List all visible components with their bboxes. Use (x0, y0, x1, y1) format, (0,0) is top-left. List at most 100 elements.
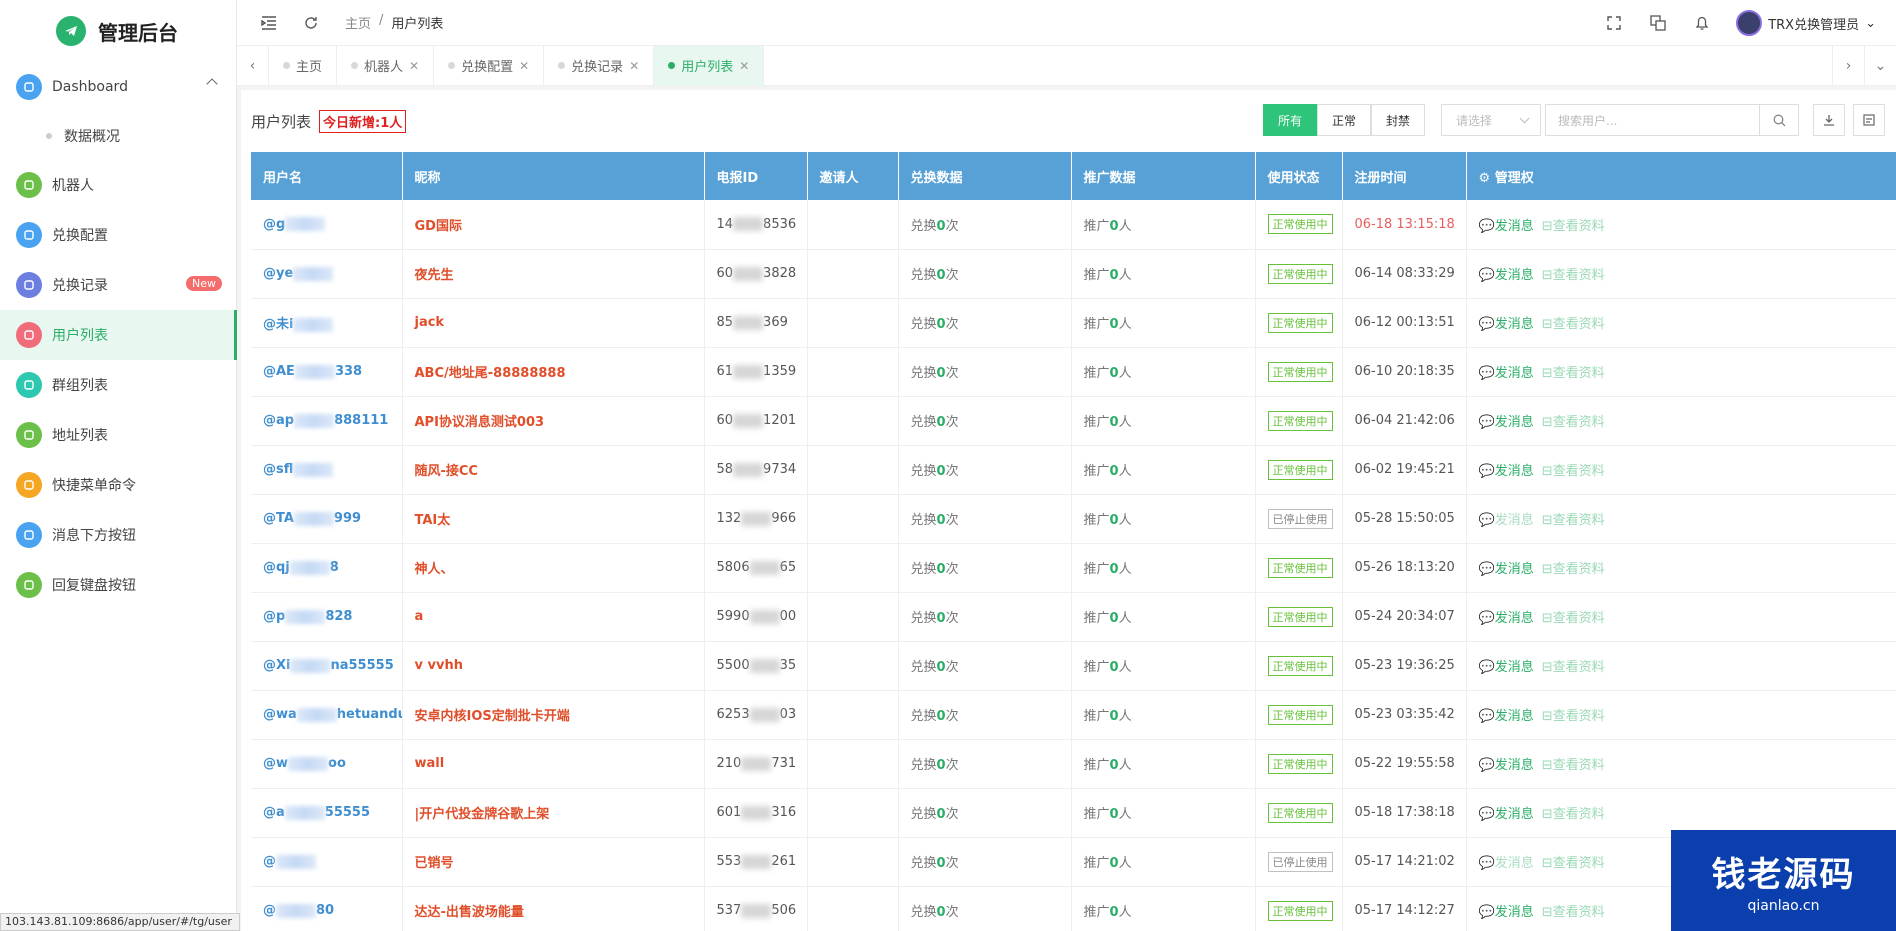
view-profile-link[interactable]: ⊟查看资料 (1542, 317, 1605, 332)
cell-status: 正常使用中 (1255, 592, 1343, 642)
filter-normal-button[interactable]: 正常 (1317, 104, 1372, 136)
username-link[interactable]: @TA 999 (263, 511, 361, 526)
promo-count: 0 (1109, 660, 1119, 675)
menu-fold-icon[interactable] (259, 13, 279, 33)
sidebar-item-10[interactable]: 回复键盘按钮 (0, 560, 236, 610)
sidebar-item-7[interactable]: 地址列表 (0, 410, 236, 460)
sidebar-item-2[interactable]: 机器人 (0, 160, 236, 210)
username-link[interactable]: @AE 338 (263, 364, 362, 379)
username-link[interactable]: @Xi na55555 (263, 658, 394, 673)
cell-telegram-id: 60 1201 (704, 396, 808, 446)
view-profile-link[interactable]: ⊟查看资料 (1542, 219, 1605, 234)
tab-scroll-left-icon[interactable]: ‹ (237, 45, 269, 86)
send-message-link[interactable]: 💬发消息 (1479, 464, 1534, 479)
chat-icon: 💬 (1478, 268, 1495, 283)
username-link[interactable]: @sfl (263, 462, 334, 477)
bell-icon[interactable] (1692, 13, 1712, 33)
sidebar-item-3[interactable]: 兑换配置 (0, 210, 236, 260)
username-link[interactable]: @qj 8 (263, 560, 339, 575)
view-profile-link[interactable]: ⊟查看资料 (1542, 905, 1605, 920)
tab-0[interactable]: 主页 (269, 45, 338, 86)
username-link[interactable]: @p 828 (263, 609, 352, 624)
sidebar-item-label: 数据概况 (64, 129, 120, 145)
close-icon[interactable]: ✕ (409, 59, 419, 73)
browser-status-bar: 103.143.81.109:8686/app/user/#/tg/user (0, 913, 240, 931)
tab-3[interactable]: 兑换记录 ✕ (544, 45, 655, 86)
send-message-link[interactable]: 💬发消息 (1479, 905, 1534, 920)
sidebar-item-label: 兑换记录 (52, 278, 108, 294)
username-link[interactable]: @g (263, 217, 326, 232)
view-profile-link[interactable]: ⊟查看资料 (1542, 611, 1605, 626)
view-profile-link[interactable]: ⊟查看资料 (1542, 758, 1605, 773)
view-profile-link[interactable]: ⊟查看资料 (1542, 268, 1605, 283)
sidebar-item-6[interactable]: 群组列表 (0, 360, 236, 410)
search-button[interactable] (1759, 104, 1799, 136)
close-icon[interactable]: ✕ (739, 59, 749, 73)
sidebar-item-5[interactable]: 用户列表 (0, 310, 237, 360)
sidebar-item-9[interactable]: 消息下方按钮 (0, 510, 236, 560)
username-link[interactable]: @wahetuandui (263, 707, 401, 722)
breadcrumb-home[interactable]: 主页 (345, 13, 371, 32)
sidebar-item-1[interactable]: 数据概况 (0, 112, 236, 160)
tab-1[interactable]: 机器人 ✕ (337, 45, 435, 86)
send-message-link[interactable]: 💬发消息 (1479, 709, 1534, 724)
category-select[interactable]: 请选择 (1441, 104, 1541, 136)
tab-scroll-right-icon[interactable]: › (1832, 46, 1864, 86)
filter-banned-button[interactable]: 封禁 (1371, 104, 1426, 136)
filter-all-button[interactable]: 所有 (1263, 104, 1318, 136)
tab-2[interactable]: 兑换配置 ✕ (434, 45, 545, 86)
sidebar-item-8[interactable]: 快捷菜单命令 (0, 460, 236, 510)
send-message-link[interactable]: 💬发消息 (1479, 807, 1534, 822)
logo[interactable]: 管理后台 (0, 0, 236, 62)
sidebar-item-4[interactable]: 兑换记录 New (0, 260, 236, 310)
close-icon[interactable]: ✕ (629, 59, 639, 73)
send-message-link[interactable]: 💬发消息 (1479, 513, 1534, 528)
view-profile-link[interactable]: ⊟查看资料 (1542, 464, 1605, 479)
send-message-link[interactable]: 💬发消息 (1479, 268, 1534, 283)
username-link[interactable]: @ye (263, 266, 334, 281)
cell-inviter (807, 739, 899, 789)
search-input[interactable]: 搜索用户... (1545, 104, 1760, 136)
view-profile-link[interactable]: ⊟查看资料 (1542, 660, 1605, 675)
username-link[interactable]: @ap 888111 (263, 413, 388, 428)
tab-4[interactable]: 用户列表 ✕ (654, 45, 765, 86)
send-message-link[interactable]: 💬发消息 (1479, 366, 1534, 381)
send-message-link[interactable]: 💬发消息 (1479, 660, 1534, 675)
send-message-link[interactable]: 💬发消息 (1479, 856, 1534, 871)
view-profile-link[interactable]: ⊟查看资料 (1542, 513, 1605, 528)
export-button[interactable] (1813, 104, 1845, 136)
username-link[interactable]: @a 55555 (263, 805, 370, 820)
send-message-link[interactable]: 💬发消息 (1479, 219, 1534, 234)
send-message-link[interactable]: 💬发消息 (1479, 758, 1534, 773)
chat-icon: 💬 (1478, 611, 1495, 626)
fullscreen-icon[interactable] (1604, 13, 1624, 33)
view-profile-link[interactable]: ⊟查看资料 (1542, 562, 1605, 577)
view-profile-link[interactable]: ⊟查看资料 (1542, 709, 1605, 724)
keyboard-icon (16, 572, 42, 598)
translate-icon[interactable] (1648, 13, 1668, 33)
username-link[interactable]: @ (263, 854, 316, 869)
send-message-link[interactable]: 💬发消息 (1479, 317, 1534, 332)
send-message-link[interactable]: 💬发消息 (1479, 415, 1534, 430)
sidebar-item-0[interactable]: Dashboard (0, 62, 236, 112)
close-icon[interactable]: ✕ (519, 59, 529, 73)
username-link[interactable]: @80 (263, 903, 334, 918)
column-header-label: 注册时间 (1354, 170, 1407, 186)
user-menu[interactable]: TRX兑换管理员 ⌄ (1736, 10, 1876, 36)
refresh-icon[interactable] (301, 13, 321, 33)
username-link[interactable]: @w oo (263, 756, 346, 771)
cell-actions: 💬发消息 ⊟查看资料 (1466, 396, 1896, 446)
username-link[interactable]: @未i (263, 317, 334, 332)
view-profile-link[interactable]: ⊟查看资料 (1542, 415, 1605, 430)
print-button[interactable] (1853, 104, 1885, 136)
view-profile-link[interactable]: ⊟查看资料 (1542, 366, 1605, 381)
send-message-link[interactable]: 💬发消息 (1479, 562, 1534, 577)
profile-icon: ⊟ (1541, 660, 1553, 675)
tab-dropdown-icon[interactable]: ⌄ (1864, 46, 1896, 86)
view-profile-link[interactable]: ⊟查看资料 (1542, 856, 1605, 871)
cell-nickname: GD国际 (402, 200, 705, 250)
view-profile-link[interactable]: ⊟查看资料 (1542, 807, 1605, 822)
send-message-link[interactable]: 💬发消息 (1479, 611, 1534, 626)
redaction-blur (294, 364, 335, 379)
chevron-up-icon[interactable] (206, 78, 218, 90)
